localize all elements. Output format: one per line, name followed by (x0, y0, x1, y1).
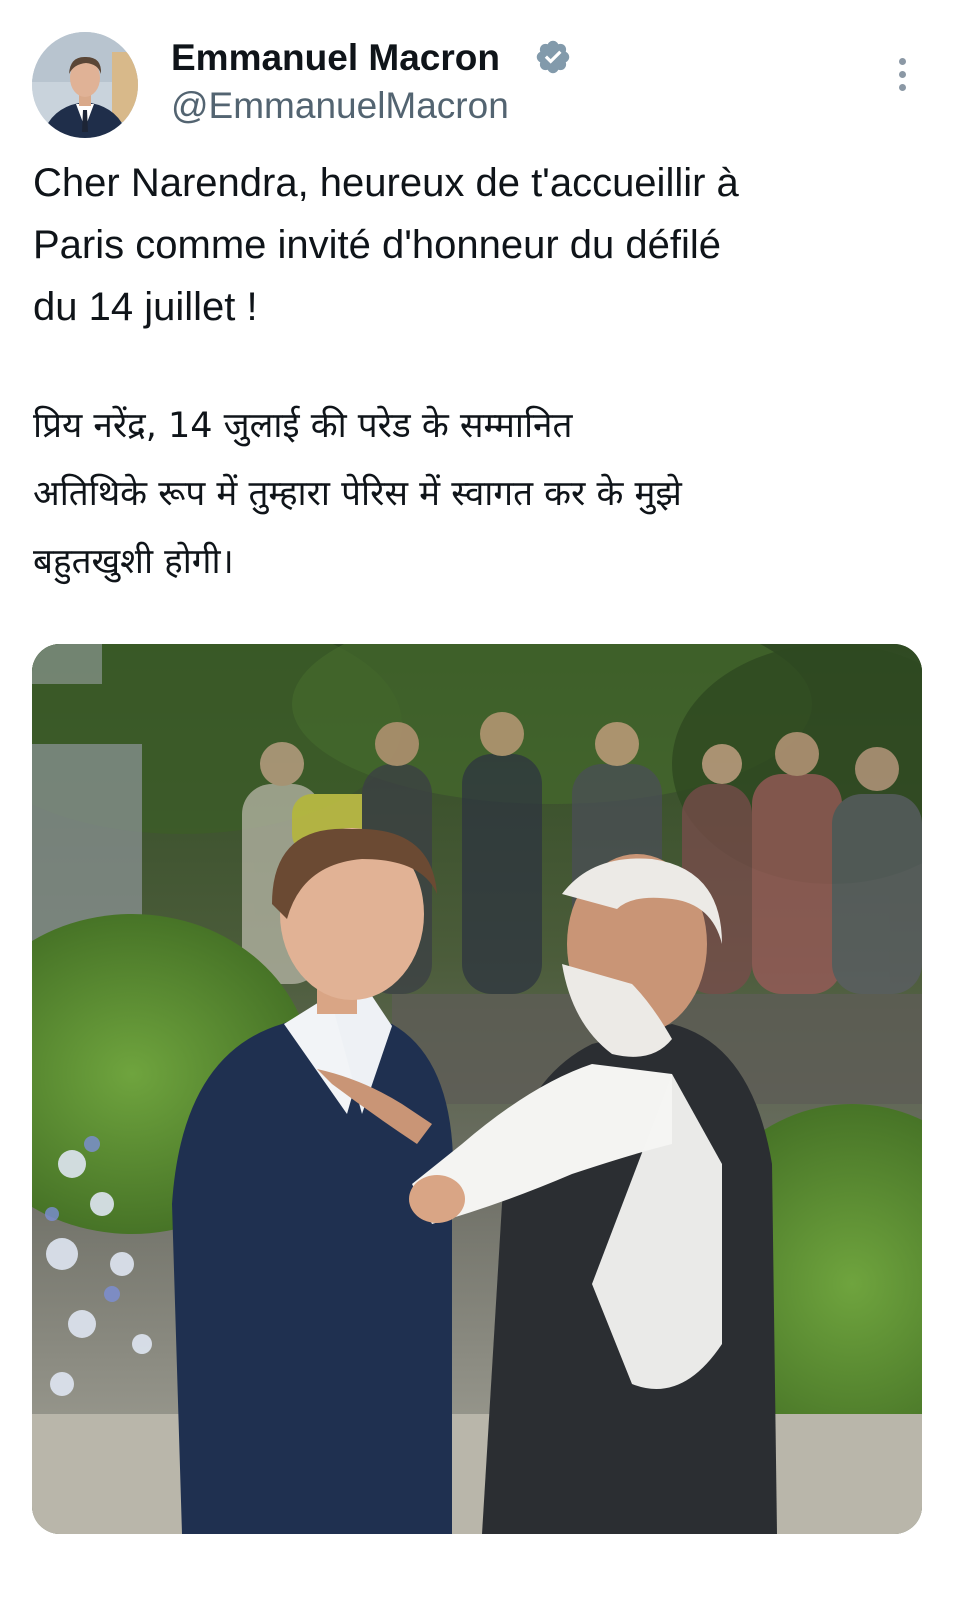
avatar-image (32, 32, 138, 138)
tweet-text-french: Cher Narendra, heureux de t'accueillir à… (33, 161, 739, 329)
avatar[interactable] (32, 32, 138, 138)
tweet-text-hindi: प्रिय नरेंद्र, 14 जुलाई की परेड के सम्मा… (33, 406, 682, 582)
more-vertical-icon (898, 57, 906, 65)
photo-image (32, 644, 922, 1534)
tweet-card: Emmanuel Macron @EmmanuelMacron Cher Nar… (0, 0, 972, 1600)
verified-badge-icon (536, 40, 570, 74)
more-options-button[interactable] (882, 52, 922, 96)
author-name[interactable]: Emmanuel Macron (171, 36, 500, 80)
author-handle[interactable]: @EmmanuelMacron (171, 84, 509, 128)
tweet-media-photo[interactable] (32, 644, 922, 1534)
